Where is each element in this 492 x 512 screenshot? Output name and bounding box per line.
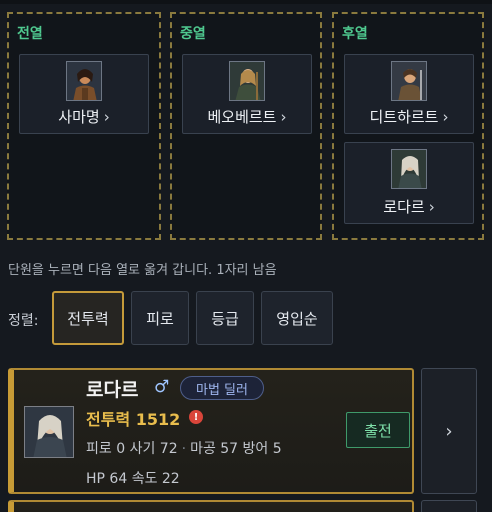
separator-dot: ·	[181, 441, 187, 457]
chevron-right-icon: ›	[103, 108, 110, 126]
unit-card[interactable]: 로다르 ♂ 마법 딜러 전투력 1512 ! 피로 0 사기 72 · 마공 57 …	[8, 368, 414, 494]
class-badge: 마법 딜러	[180, 376, 264, 400]
sort-fatigue-button[interactable]: 피로	[131, 291, 189, 345]
chevron-right-icon: ›	[428, 198, 435, 216]
unit-stats-line2: HP 64 속도 22	[86, 471, 180, 487]
chevron-right-icon: ›	[445, 420, 453, 442]
unit-stats-line1: 피로 0 사기 72 · 마공 57 방어 5	[86, 441, 282, 457]
middle-row-zone[interactable]: 중열 베오베르트 ›	[170, 12, 322, 240]
top-edge	[0, 0, 492, 4]
unit-portrait	[229, 61, 265, 101]
slot-middle-0[interactable]: 베오베르트 ›	[182, 54, 312, 134]
back-row-title: 후열	[342, 26, 368, 42]
chevron-right-icon: ›	[280, 108, 287, 126]
sort-power-button[interactable]: 전투력	[52, 291, 124, 345]
sort-recruit-order-button[interactable]: 영입순	[261, 291, 333, 345]
slot-label: 로다르 ›	[383, 198, 435, 216]
slot-label: 사마명 ›	[58, 108, 110, 126]
chevron-right-icon: ›	[442, 108, 449, 126]
slot-label: 디트하르트 ›	[369, 108, 449, 126]
male-icon: ♂	[154, 377, 170, 397]
back-row-zone[interactable]: 후열 디트하르트 › 로다르 ›	[332, 12, 484, 240]
combat-power: 전투력 1512	[86, 410, 181, 429]
unit-portrait	[24, 406, 74, 458]
sort-grade-button[interactable]: 등급	[196, 291, 254, 345]
warning-icon[interactable]: !	[189, 410, 203, 424]
slot-front-0[interactable]: 사마명 ›	[19, 54, 149, 134]
unit-portrait	[66, 61, 102, 101]
slot-back-1[interactable]: 로다르 ›	[344, 142, 474, 224]
deploy-button[interactable]: 출전	[346, 412, 410, 448]
unit-detail-button[interactable]: ›	[421, 368, 477, 494]
formation-hint: 단원을 누르면 다음 열로 옮겨 갑니다. 1자리 남음	[8, 263, 277, 278]
sort-label: 정렬:	[8, 313, 39, 329]
slot-label: 베오베르트 ›	[207, 108, 287, 126]
front-row-zone[interactable]: 전열 사마명 ›	[7, 12, 161, 240]
unit-card-next[interactable]	[8, 500, 414, 512]
unit-portrait	[391, 61, 427, 101]
middle-row-title: 중열	[180, 26, 206, 42]
unit-portrait	[391, 149, 427, 189]
unit-detail-button-next[interactable]	[421, 500, 477, 512]
front-row-title: 전열	[17, 26, 43, 42]
slot-back-0[interactable]: 디트하르트 ›	[344, 54, 474, 134]
unit-name: 로다르	[86, 379, 139, 401]
